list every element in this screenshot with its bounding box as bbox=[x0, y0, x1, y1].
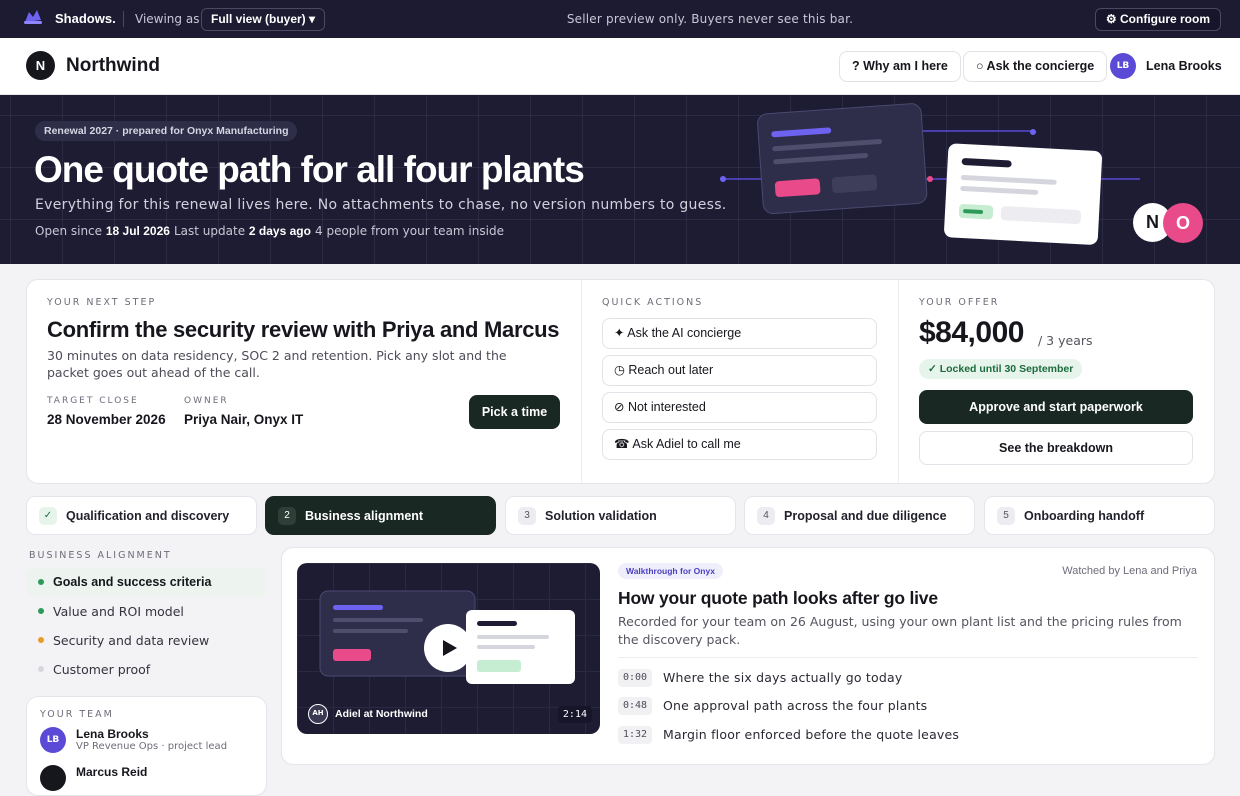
why-am-i-here-button[interactable]: ? Why am I here bbox=[839, 51, 961, 82]
hero-subtitle: Everything for this renewal lives here. … bbox=[35, 197, 727, 213]
page-title: One quote path for all four plants bbox=[34, 149, 585, 190]
video-player[interactable]: AH Adiel at Northwind 2:14 bbox=[297, 563, 600, 734]
next-step-title: Confirm the security review with Priya a… bbox=[47, 317, 560, 342]
status-badge: ✓ Locked until 30 September bbox=[919, 359, 1083, 379]
nav-item-value-roi[interactable]: Value and ROI model bbox=[27, 597, 266, 626]
seller-preview-bar: Shadows. Viewing as Full view (buyer) ▾ … bbox=[0, 0, 1240, 38]
target-close-value: 28 November 2026 bbox=[47, 412, 166, 427]
nav-item-goals[interactable]: Goals and success criteria bbox=[27, 568, 266, 597]
configure-room-button[interactable]: ⚙ Configure room bbox=[1094, 8, 1221, 31]
stage-label: Proposal and due diligence bbox=[784, 509, 947, 523]
stage-number: 2 bbox=[278, 507, 296, 525]
nav-item-security[interactable]: Security and data review bbox=[27, 626, 266, 655]
company-name: Northwind bbox=[66, 55, 160, 76]
open-since-value: 18 Jul 2026 bbox=[105, 224, 170, 238]
chapter-title: One approval path across the four plants bbox=[663, 698, 928, 713]
divider bbox=[898, 280, 899, 483]
status-dot-icon bbox=[38, 666, 44, 672]
ask-ai-concierge-button[interactable]: ✦ Ask the AI concierge bbox=[602, 318, 877, 349]
quick-actions-eyebrow: QUICK ACTIONS bbox=[602, 297, 704, 308]
play-button[interactable] bbox=[424, 624, 472, 672]
video-duration: 2:14 bbox=[557, 706, 592, 723]
avatar: LB bbox=[40, 727, 66, 753]
preview-notice: Seller preview only. Buyers never see th… bbox=[566, 12, 854, 26]
stage-business-alignment[interactable]: 2 Business alignment bbox=[265, 496, 496, 535]
status-dot-icon bbox=[38, 608, 44, 614]
nav-item-customer-proof[interactable]: Customer proof bbox=[27, 655, 266, 684]
next-step-eyebrow: YOUR NEXT STEP bbox=[47, 297, 157, 308]
target-close-label: TARGET CLOSE bbox=[47, 396, 139, 406]
last-update-value: 2 days ago bbox=[248, 224, 311, 238]
team-member-role: VP Revenue Ops · project lead bbox=[76, 741, 228, 752]
status-dot-icon bbox=[38, 637, 44, 643]
divider bbox=[581, 280, 582, 483]
stage-label: Solution validation bbox=[545, 509, 657, 523]
divider bbox=[618, 657, 1198, 658]
chapter-title: Where the six days actually go today bbox=[663, 670, 903, 685]
video-title: How your quote path looks after go live bbox=[618, 588, 938, 608]
stage-proposal[interactable]: 4 Proposal and due diligence bbox=[744, 496, 975, 535]
approve-paperwork-button[interactable]: Approve and start paperwork bbox=[919, 390, 1193, 424]
avatar[interactable]: LB bbox=[1110, 53, 1136, 79]
chapter-item[interactable]: 1:32 Margin floor enforced before the quo… bbox=[618, 726, 1178, 746]
reach-out-later-button[interactable]: ◷ Reach out later bbox=[602, 355, 877, 386]
stage-number: 5 bbox=[997, 507, 1015, 525]
team-member-name: Lena Brooks bbox=[76, 727, 149, 741]
team-member-name: Marcus Reid bbox=[76, 765, 148, 779]
last-update: Last update 2 days ago bbox=[174, 224, 311, 238]
video-description: Recorded for your team on 26 August, usi… bbox=[618, 614, 1182, 647]
company-logo: N bbox=[26, 51, 55, 80]
stage-number: 4 bbox=[757, 507, 775, 525]
offer-term: / 3 years bbox=[1038, 333, 1093, 348]
see-breakdown-button[interactable]: See the breakdown bbox=[919, 431, 1193, 465]
chapter-timestamp: 1:32 bbox=[618, 726, 652, 744]
owner-label: OWNER bbox=[184, 396, 229, 406]
chapter-item[interactable]: 0:48 One approval path across the four pl… bbox=[618, 697, 1178, 717]
ask-to-call-button[interactable]: ☎ Ask Adiel to call me bbox=[602, 429, 877, 460]
stage-qualification[interactable]: ✓ Qualification and discovery bbox=[26, 496, 257, 535]
company-logo-o: O bbox=[1163, 203, 1203, 243]
chapter-title: Margin floor enforced before the quote l… bbox=[663, 727, 960, 742]
section-eyebrow: BUSINESS ALIGNMENT bbox=[29, 550, 172, 561]
stage-label: Onboarding handoff bbox=[1024, 509, 1145, 523]
room-header: N Northwind ? Why am I here ○ Ask the co… bbox=[0, 38, 1240, 95]
ask-concierge-button[interactable]: ○ Ask the concierge bbox=[963, 51, 1108, 82]
avatar: AH bbox=[308, 704, 328, 724]
status-dot-icon bbox=[38, 579, 44, 585]
avatar bbox=[40, 765, 66, 791]
people-count: 4 people from your team inside bbox=[315, 224, 504, 238]
chapter-item[interactable]: 0:00 Where the six days actually go today bbox=[618, 669, 1178, 689]
open-since-label: Open since bbox=[35, 224, 103, 238]
user-name[interactable]: Lena Brooks bbox=[1146, 59, 1222, 73]
stage-label: Business alignment bbox=[305, 509, 424, 523]
nav-item-label: Security and data review bbox=[53, 633, 210, 648]
last-update-label: Last update bbox=[174, 224, 246, 238]
watched-by: Watched by Lena and Priya bbox=[1062, 565, 1197, 577]
team-eyebrow: YOUR TEAM bbox=[40, 709, 114, 720]
stage-onboarding[interactable]: 5 Onboarding handoff bbox=[984, 496, 1215, 535]
check-icon: ✓ bbox=[39, 507, 57, 525]
stage-label: Qualification and discovery bbox=[66, 509, 230, 523]
pick-a-time-button[interactable]: Pick a time bbox=[469, 395, 560, 429]
hero-banner: Renewal 2027 · prepared for Onyx Manufac… bbox=[0, 95, 1240, 264]
play-icon bbox=[443, 640, 457, 656]
owner-value: Priya Nair, Onyx IT bbox=[184, 412, 304, 427]
next-step-description: 30 minutes on data residency, SOC 2 and … bbox=[47, 348, 507, 380]
nav-item-label: Customer proof bbox=[53, 662, 151, 677]
stage-solution-validation[interactable]: 3 Solution validation bbox=[505, 496, 736, 535]
presenter-name: Adiel at Northwind bbox=[335, 708, 428, 720]
chapter-timestamp: 0:48 bbox=[618, 697, 652, 715]
nav-item-label: Goals and success criteria bbox=[53, 575, 212, 589]
renewal-tag: Renewal 2027 · prepared for Onyx Manufac… bbox=[35, 121, 298, 141]
not-interested-button[interactable]: ⊘ Not interested bbox=[602, 392, 877, 423]
walkthrough-tag: Walkthrough for Onyx bbox=[618, 563, 723, 579]
nav-item-label: Value and ROI model bbox=[53, 604, 184, 619]
offer-eyebrow: YOUR OFFER bbox=[919, 297, 1000, 308]
chapter-timestamp: 0:00 bbox=[618, 669, 652, 687]
offer-price: $84,000 bbox=[919, 316, 1024, 349]
stage-number: 3 bbox=[518, 507, 536, 525]
open-since: Open since 18 Jul 2026 bbox=[35, 224, 170, 238]
